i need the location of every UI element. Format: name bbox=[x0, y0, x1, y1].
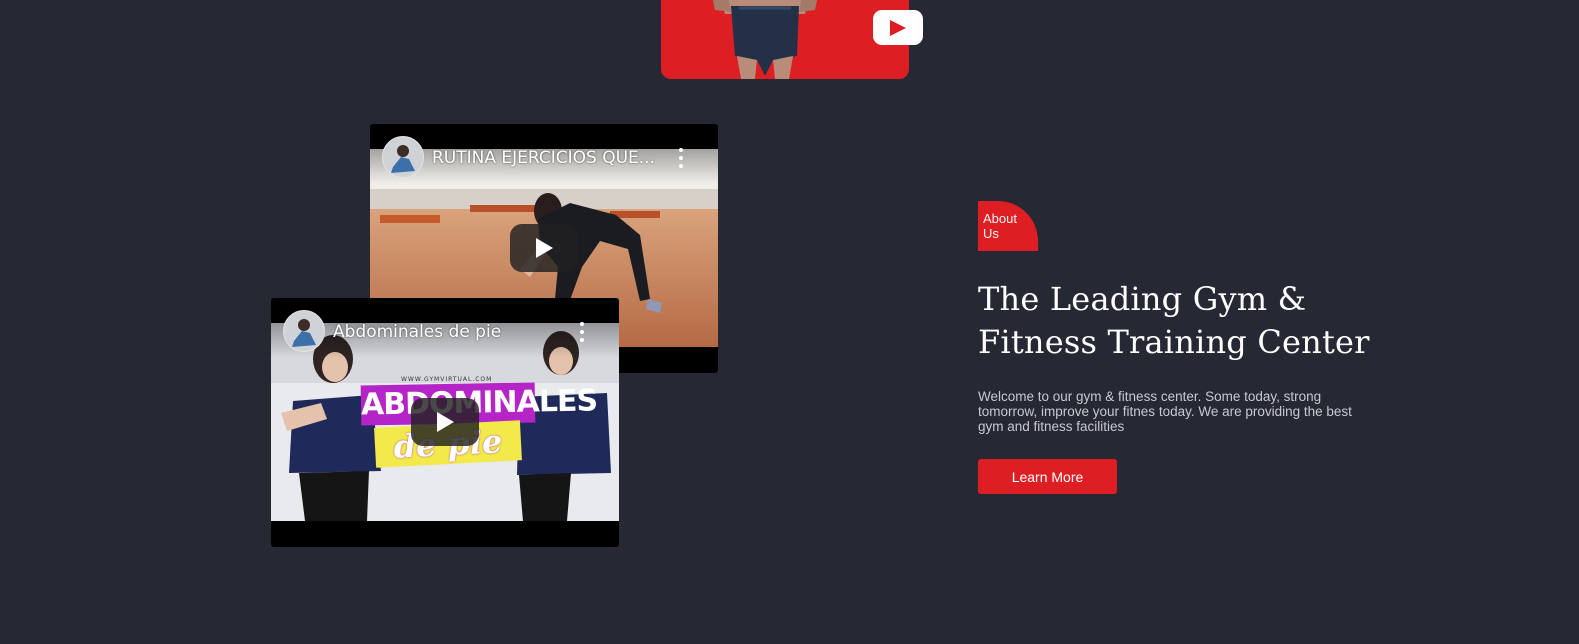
play-triangle-icon bbox=[890, 19, 906, 36]
video-title[interactable]: Abdominales de pie bbox=[333, 322, 501, 342]
channel-avatar-icon[interactable] bbox=[283, 310, 325, 352]
section-description: Welcome to our gym & fitness center. Som… bbox=[978, 389, 1352, 434]
youtube-play-icon[interactable] bbox=[873, 10, 923, 45]
channel-avatar-icon[interactable] bbox=[382, 136, 424, 178]
hero-image-card bbox=[661, 0, 909, 79]
learn-more-button[interactable]: Learn More bbox=[978, 459, 1117, 494]
section-headline: The Leading Gym & Fitness Training Cente… bbox=[978, 280, 1370, 361]
thumbnail-text-url: WWW.GYMVIRTUAL.COM bbox=[401, 376, 493, 383]
play-icon[interactable] bbox=[411, 398, 479, 446]
about-us-label: About Us bbox=[983, 211, 1017, 241]
athlete-figure-image bbox=[701, 0, 829, 79]
video-title[interactable]: RUTINA EJERCICIOS QUE... bbox=[432, 148, 655, 168]
more-vertical-icon[interactable] bbox=[678, 148, 684, 168]
play-icon[interactable] bbox=[510, 224, 578, 272]
video-embed-abdominales[interactable]: WWW.GYMVIRTUAL.COM ABDOMINALES de pie Ab… bbox=[271, 298, 619, 547]
more-vertical-icon[interactable] bbox=[579, 322, 585, 342]
about-us-badge: About Us bbox=[978, 201, 1038, 251]
